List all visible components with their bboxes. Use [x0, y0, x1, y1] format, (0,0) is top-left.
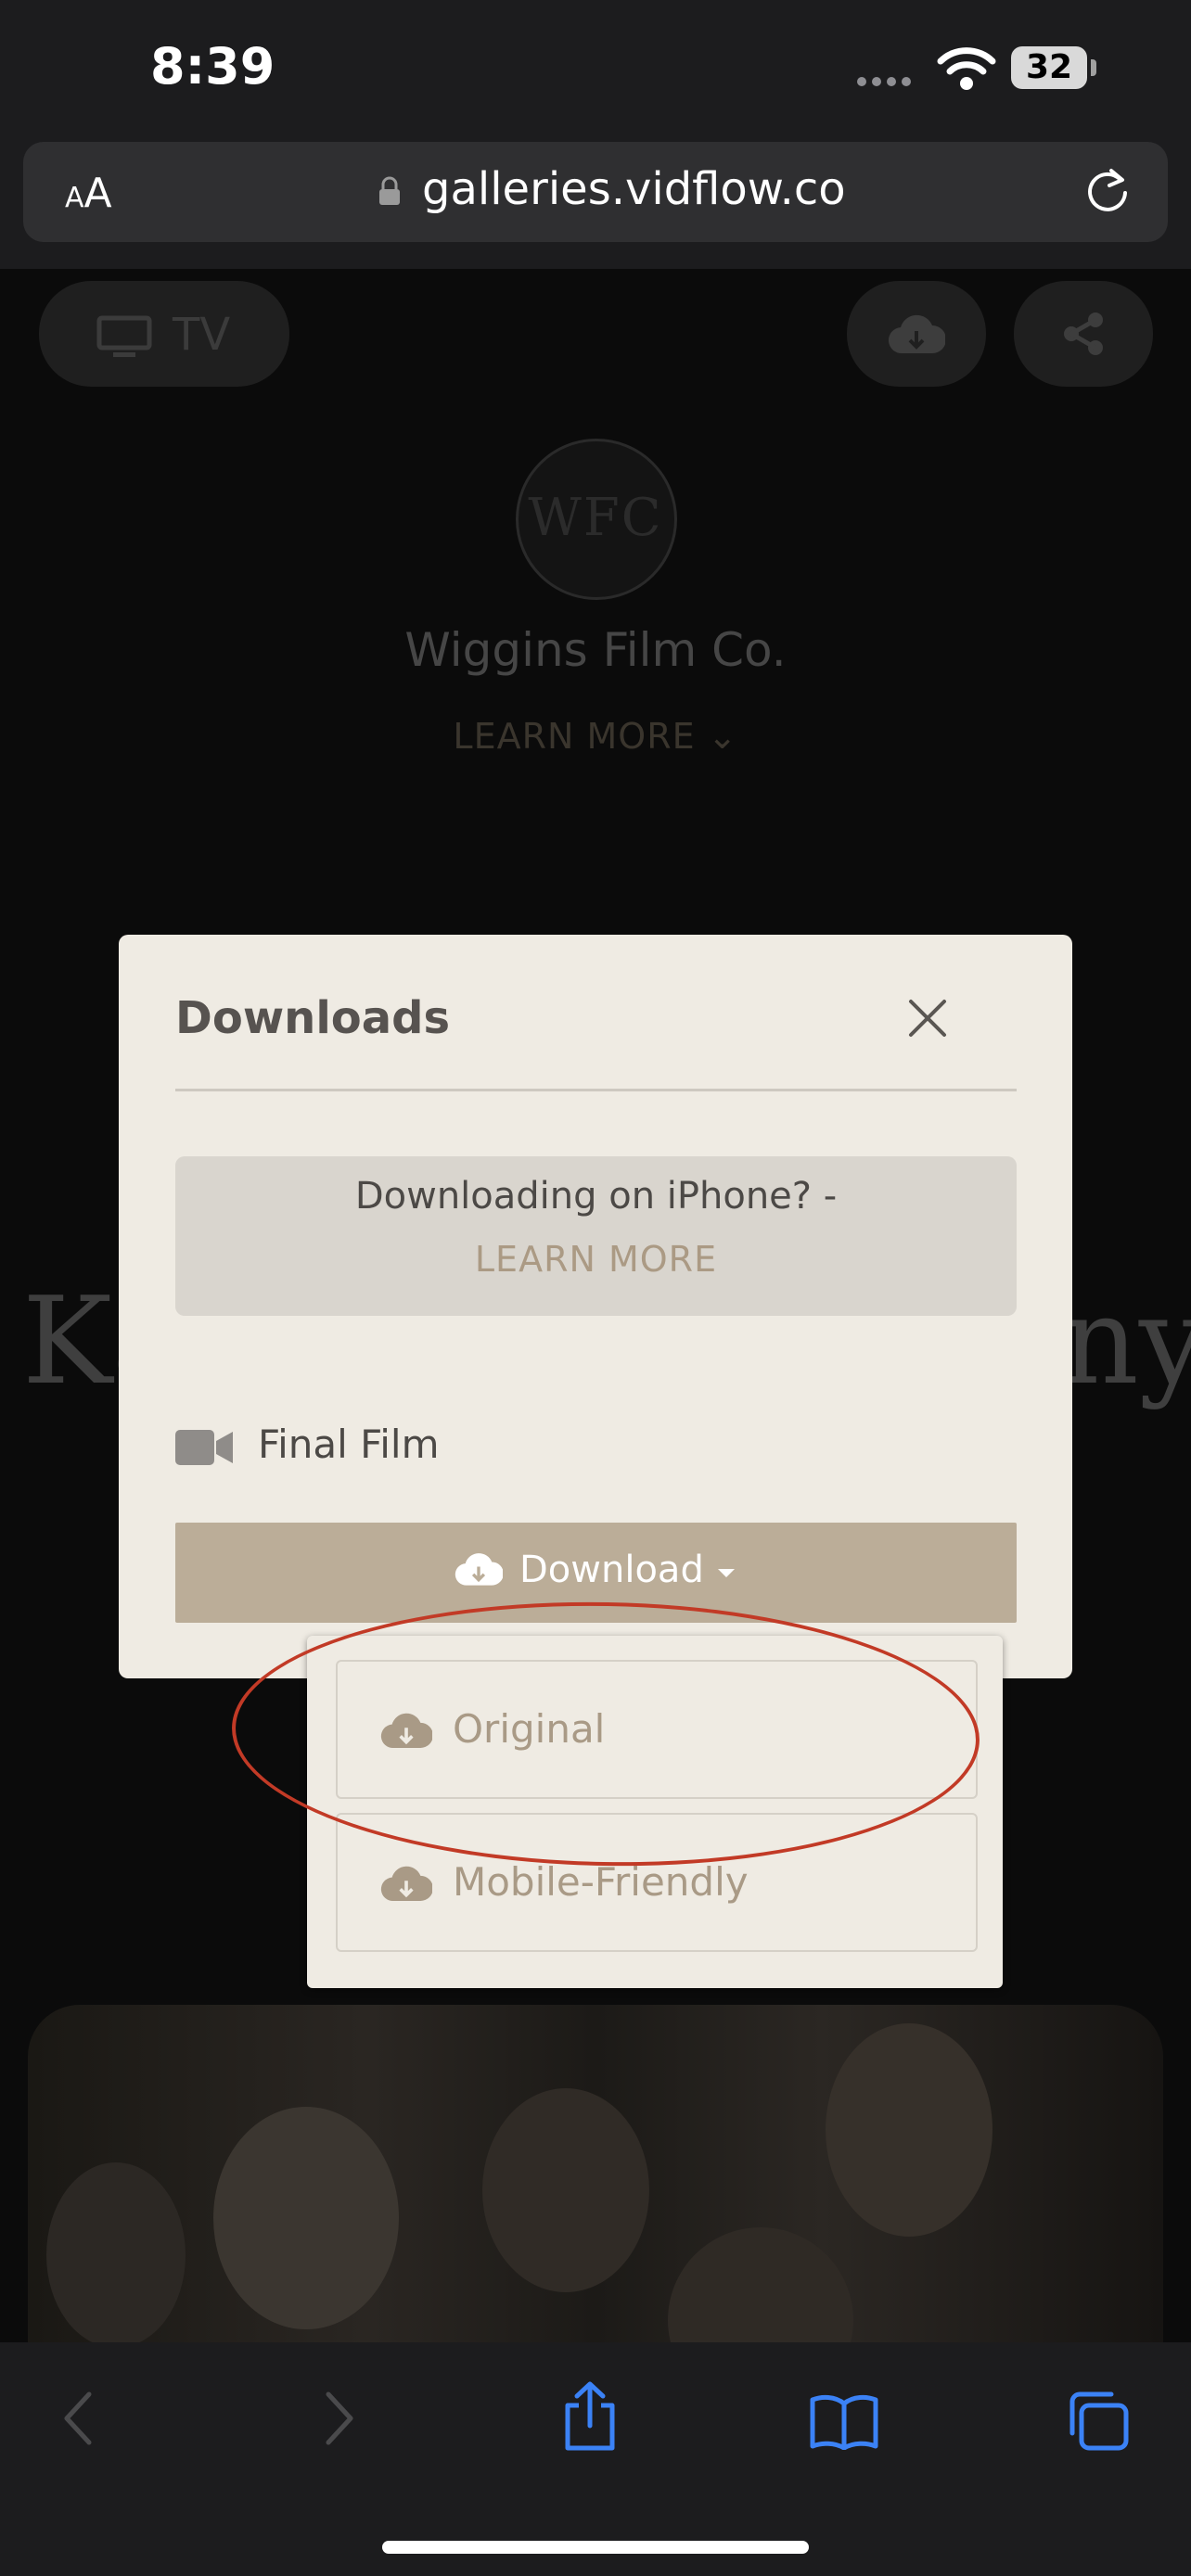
- status-time: 8:39: [150, 37, 275, 96]
- gallery-photo[interactable]: [28, 2005, 1163, 2376]
- learn-more-link[interactable]: LEARN MORE ⌄: [0, 716, 1191, 757]
- cellular-signal-icon: [857, 72, 916, 90]
- close-icon[interactable]: [902, 992, 954, 1044]
- iphone-learn-more-link[interactable]: LEARN MORE: [175, 1239, 1017, 1280]
- tabs-icon[interactable]: [1065, 2391, 1130, 2452]
- modal-divider: [175, 1089, 1017, 1091]
- cloud-download-icon: [888, 314, 945, 354]
- bookmarks-icon[interactable]: [809, 2392, 879, 2450]
- gallery-title-right: ny: [1061, 1270, 1191, 1411]
- tv-button[interactable]: [39, 281, 289, 387]
- tv-label: TV: [173, 309, 231, 361]
- reload-icon[interactable]: [1083, 165, 1132, 217]
- share-header-button[interactable]: [1014, 281, 1153, 387]
- url-text[interactable]: galleries.vidflow.co: [422, 163, 846, 215]
- iphone-info-text: Downloading on iPhone? -: [354, 1175, 838, 1218]
- battery-icon: [1091, 59, 1096, 76]
- studio-name: Wiggins Film Co.: [404, 623, 787, 677]
- battery-level: 32: [1011, 46, 1087, 89]
- cloud-download-icon: [380, 1866, 432, 1901]
- learn-more-label: LEARN MORE: [453, 716, 696, 757]
- download-header-button[interactable]: [847, 281, 986, 387]
- share-nodes-icon: [1064, 312, 1103, 355]
- back-icon[interactable]: [59, 2391, 96, 2446]
- home-indicator[interactable]: [382, 2541, 809, 2554]
- cloud-download-icon: [455, 1553, 503, 1586]
- option-mobile-friendly-label: Mobile-Friendly: [453, 1859, 749, 1905]
- wifi-icon: [937, 47, 996, 90]
- forward-icon[interactable]: [321, 2391, 358, 2446]
- video-camera-icon: [175, 1430, 233, 1465]
- studio-logo-text: WFC: [528, 488, 663, 548]
- tv-icon: [96, 315, 152, 357]
- caret-down-icon: [718, 1569, 735, 1577]
- text-size-button[interactable]: AA: [65, 170, 112, 217]
- chevron-down-icon: ⌄: [707, 716, 738, 757]
- share-icon[interactable]: [560, 2381, 620, 2452]
- download-button-label: Download: [519, 1549, 704, 1591]
- modal-title: Downloads: [175, 992, 451, 1044]
- lock-icon: [379, 176, 400, 205]
- final-film-label: Final Film: [258, 1422, 440, 1467]
